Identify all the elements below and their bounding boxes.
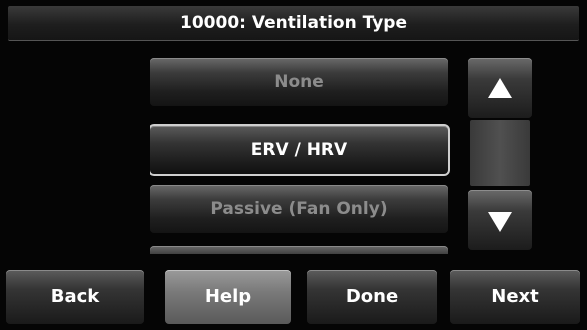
option-partial[interactable]: [150, 246, 448, 254]
thermostat-screen: 10000: Ventilation Type None ERV / HRV P…: [0, 0, 587, 330]
option-list: None ERV / HRV Passive (Fan Only): [150, 58, 450, 254]
scroll-down-button[interactable]: [468, 190, 532, 250]
next-button[interactable]: Next: [450, 270, 580, 324]
back-button[interactable]: Back: [6, 270, 144, 324]
option-erv-hrv[interactable]: ERV / HRV: [150, 124, 450, 176]
page-title: 10000: Ventilation Type: [180, 13, 407, 33]
help-button[interactable]: Help: [165, 270, 291, 324]
triangle-down-icon: [468, 190, 532, 250]
option-passive-fan-only[interactable]: Passive (Fan Only): [150, 185, 448, 233]
done-button[interactable]: Done: [307, 270, 437, 324]
option-none[interactable]: None: [150, 58, 448, 106]
title-bar: 10000: Ventilation Type: [8, 6, 579, 41]
scrollbar-thumb[interactable]: [470, 120, 530, 186]
triangle-up-icon: [468, 58, 532, 118]
scroll-up-button[interactable]: [468, 58, 532, 118]
